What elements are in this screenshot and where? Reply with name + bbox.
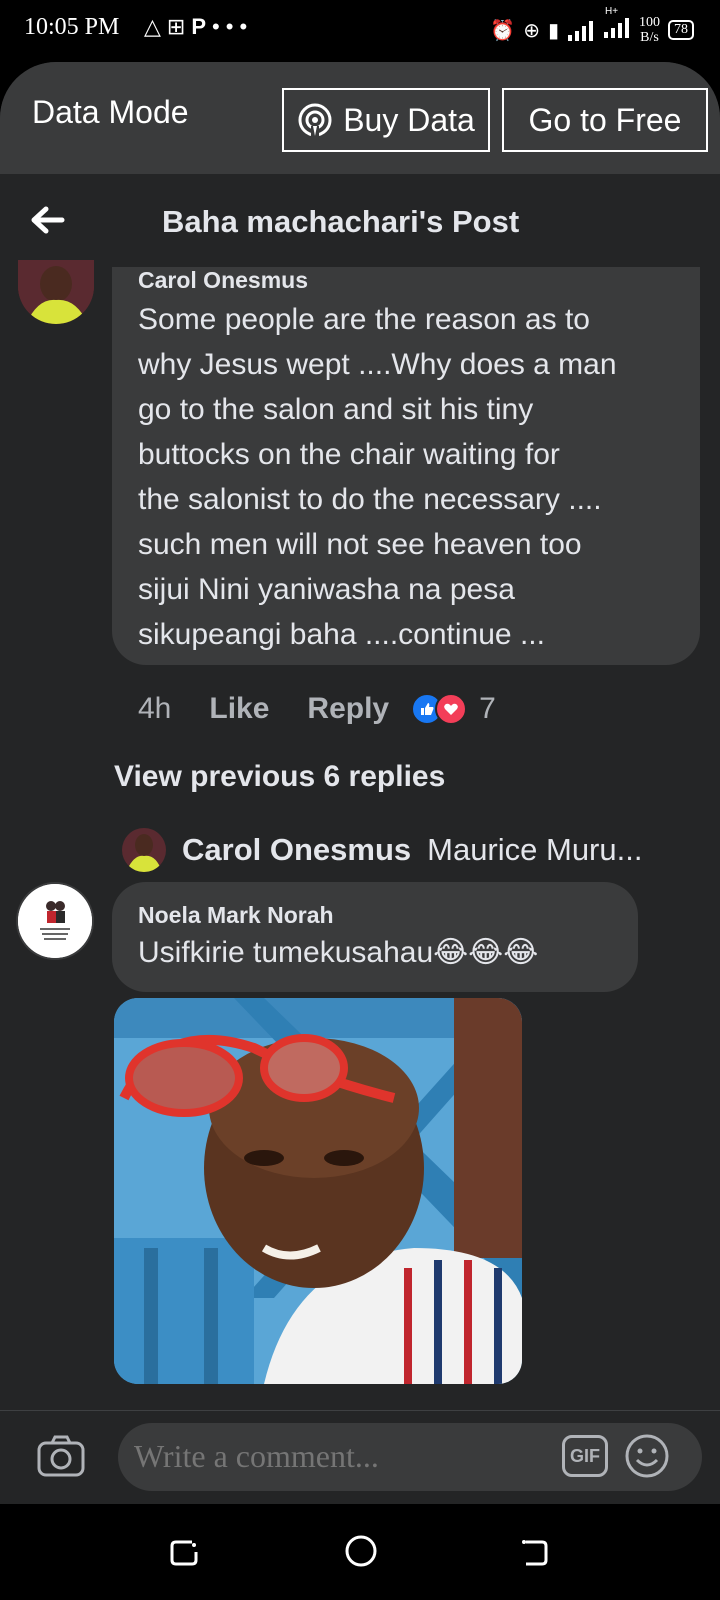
app-window: Data Mode Buy Data Go to Free Baha macha… xyxy=(0,62,720,1504)
signal-2-icon xyxy=(604,18,629,38)
go-to-free-label: Go to Free xyxy=(528,101,682,138)
comment-actions: 4h Like Reply 7 xyxy=(138,692,496,726)
emoji-icon[interactable] xyxy=(624,1433,670,1479)
reply-preview[interactable]: Carol Onesmus Maurice Muru... xyxy=(122,828,642,872)
avatar-photo xyxy=(18,260,94,324)
avatar[interactable] xyxy=(16,882,94,960)
network-type: H+ xyxy=(605,6,619,17)
comment-time: 4h xyxy=(138,692,172,725)
camera-icon[interactable] xyxy=(36,1433,86,1479)
net-speed: 100 B/s xyxy=(639,15,660,45)
back-arrow-icon[interactable] xyxy=(28,200,68,240)
comment-input[interactable] xyxy=(132,1437,536,1476)
home-icon[interactable] xyxy=(344,1534,378,1568)
avatar[interactable] xyxy=(18,260,94,324)
boy-with-sunglasses-photo xyxy=(114,998,522,1384)
reply-button[interactable]: Reply xyxy=(307,692,389,726)
back-nav-icon[interactable] xyxy=(518,1536,550,1568)
comment-author[interactable]: Carol Onesmus xyxy=(138,267,308,294)
reaction-count: 7 xyxy=(479,692,496,725)
comment-input-container[interactable]: GIF xyxy=(118,1423,702,1491)
recent-apps-icon[interactable] xyxy=(168,1536,200,1568)
page-title: Baha machachari's Post xyxy=(162,204,520,239)
more-dots-icon: ••• xyxy=(212,14,254,39)
view-previous-replies[interactable]: View previous 6 replies xyxy=(114,760,445,794)
buy-data-button[interactable]: Buy Data xyxy=(282,88,490,152)
comment-bubble[interactable]: Carol Onesmus Some people are the reason… xyxy=(112,267,700,665)
like-button[interactable]: Like xyxy=(209,692,269,726)
reply-preview-text: Maurice Muru... xyxy=(427,832,643,867)
love-reaction-icon xyxy=(435,693,468,725)
battery-indicator: 78 xyxy=(668,20,694,40)
comment-image[interactable] xyxy=(114,998,522,1384)
broadcast-icon xyxy=(298,103,332,138)
system-nav-bar xyxy=(0,1504,720,1600)
p-app-icon: P xyxy=(191,14,213,39)
go-to-free-button[interactable]: Go to Free xyxy=(502,88,708,152)
laughing-emoji-icon: 😂😂😂 xyxy=(433,936,539,969)
avatar xyxy=(122,828,166,872)
post-header: Baha machachari's Post xyxy=(0,174,720,266)
comment-text: Usifkirie tumekusahau😂😂😂 xyxy=(138,936,539,969)
status-bar: 10:05 PM △⊞P••• ⏰ ⊕ ▮ H+ 100 B/s 78 xyxy=(0,0,720,62)
buy-data-label: Buy Data xyxy=(343,101,475,138)
alarm-icon: ⏰ xyxy=(490,19,516,42)
warning-icon: △ xyxy=(144,14,167,39)
data-mode-label: Data Mode xyxy=(32,94,189,130)
avatar-photo xyxy=(122,828,166,872)
comment-composer: GIF xyxy=(0,1410,720,1504)
signal-icon xyxy=(568,21,593,41)
status-right-icons: ⏰ ⊕ ▮ H+ 100 B/s 78 xyxy=(490,6,694,46)
reactions[interactable]: 7 xyxy=(411,692,496,726)
avatar-photo xyxy=(18,884,92,958)
data-mode-bar: Data Mode Buy Data Go to Free xyxy=(0,62,720,174)
battery-saver-icon: ⊞ xyxy=(166,14,192,39)
comment-author[interactable]: Noela Mark Norah xyxy=(138,902,334,929)
reply-preview-author: Carol Onesmus xyxy=(182,832,412,867)
gif-button[interactable]: GIF xyxy=(562,1435,608,1477)
gif-label: GIF xyxy=(570,1445,600,1466)
comment-text: Some people are the reason as to why Jes… xyxy=(138,303,617,651)
status-time: 10:05 PM xyxy=(24,14,120,40)
vibrate-icon: ▮ xyxy=(547,19,559,42)
data-saver-icon: ⊕ xyxy=(523,19,540,42)
status-notification-icons: △⊞P••• xyxy=(144,14,253,40)
comment-bubble[interactable]: Noela Mark Norah Usifkirie tumekusahau😂😂… xyxy=(112,882,638,992)
